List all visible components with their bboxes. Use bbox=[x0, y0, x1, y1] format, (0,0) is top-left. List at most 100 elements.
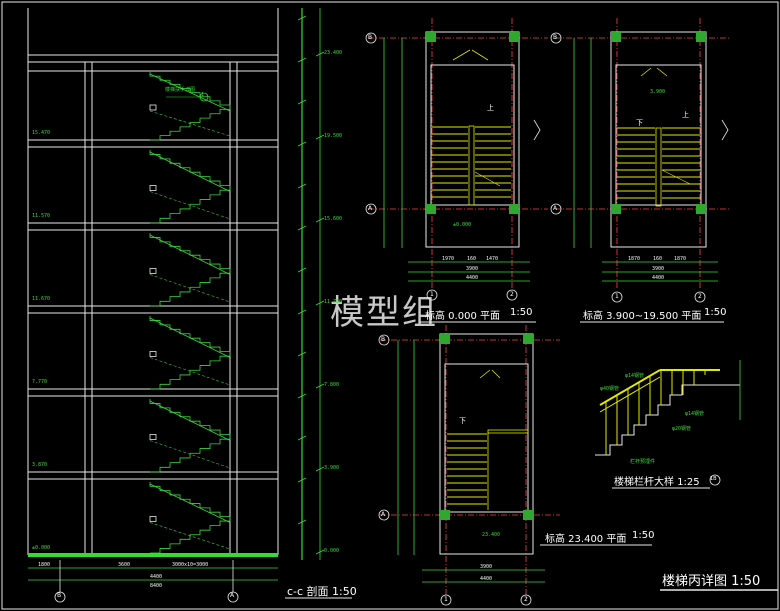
plan-typical-dim-5: 4400 bbox=[652, 275, 665, 281]
stair-slab-lower bbox=[149, 357, 231, 386]
railing-callout-1: φ40钢管 bbox=[600, 386, 620, 392]
floor-slab bbox=[27, 222, 279, 231]
roof-slab bbox=[27, 61, 279, 72]
plan-top-down-label: 下 bbox=[459, 417, 466, 425]
section-dim-2: 3600 bbox=[118, 562, 131, 568]
section-right-elev-6: 3.900 bbox=[324, 465, 340, 471]
plan-top-scale: 1:50 bbox=[632, 530, 655, 541]
stair-flight-upper bbox=[149, 482, 230, 517]
section-left-elev-6: ±0.000 bbox=[32, 545, 51, 551]
column bbox=[426, 32, 436, 42]
plan-top-dim-2: 4400 bbox=[480, 576, 493, 582]
plan-typical-axis-b: B bbox=[553, 34, 558, 41]
plan-top-dim-1: 3900 bbox=[480, 564, 493, 570]
plan-top-axis-1: 1 bbox=[444, 596, 448, 603]
railing-stair-profile bbox=[595, 384, 700, 456]
stair-landing bbox=[149, 268, 157, 274]
plan-ground-dim-4: 3900 bbox=[466, 266, 479, 272]
stair-slab-upper bbox=[149, 483, 231, 523]
door-swing bbox=[452, 49, 471, 61]
plan-ground-axis-1: 1 bbox=[430, 291, 434, 298]
section-right-elev-7: 0.000 bbox=[324, 548, 340, 554]
plan-ground-axis-b: B bbox=[368, 34, 373, 41]
stair-flight-lower bbox=[150, 185, 231, 224]
plan-top-axis-2: 2 bbox=[524, 596, 528, 603]
stair-flight-lower bbox=[150, 516, 231, 554]
section-detail-mark: 1 bbox=[201, 92, 205, 98]
plan-typical-dim-2: 160 bbox=[653, 256, 663, 262]
floor-slabs bbox=[27, 139, 279, 502]
stair-flight-lower bbox=[150, 105, 231, 141]
plan-typical-dim-3: 1870 bbox=[674, 256, 687, 262]
plan-typical-axis-2: 2 bbox=[698, 293, 702, 300]
railing-detail-title: 楼梯栏杆大样 1:25 bbox=[614, 477, 700, 488]
plan-ground-dim-2: 160 bbox=[467, 256, 477, 262]
floor-slab bbox=[27, 305, 279, 314]
plan-typical-up-label: 上 bbox=[682, 111, 689, 119]
section-dim-4: 4400 bbox=[150, 574, 163, 580]
section-left-elev-3: 11.670 bbox=[32, 296, 51, 302]
railing-callout-5: 栏杆预埋件 bbox=[630, 459, 656, 465]
stair-flight-upper bbox=[149, 399, 230, 435]
stair-flight-lower bbox=[150, 351, 231, 390]
plan-typical-dim-4: 3900 bbox=[652, 266, 665, 272]
stair-slab-lower bbox=[149, 191, 231, 220]
stair-landing bbox=[149, 434, 157, 440]
stair-slab-upper bbox=[149, 234, 231, 275]
plan-ground-dim-5: 4400 bbox=[466, 275, 479, 281]
section-right-elev-1: 23.400 bbox=[324, 50, 343, 56]
section-right-elev-5: 7.800 bbox=[324, 382, 340, 388]
plan-top-treads bbox=[447, 433, 487, 505]
plan-typical-axis-1: 1 bbox=[615, 293, 619, 300]
plan-ground-treads bbox=[432, 126, 511, 198]
section-right-elev-2: 19.500 bbox=[324, 133, 343, 139]
section-annotation: 楼梯扶手详图 bbox=[165, 87, 196, 93]
plan-top-guardrail bbox=[487, 429, 529, 434]
floor-slab bbox=[27, 471, 279, 480]
stair-flight-lower bbox=[150, 434, 231, 473]
plan-typical-elevation: 3.900 bbox=[650, 89, 666, 95]
plan-ground-room bbox=[430, 64, 515, 206]
plan-typical-title: 标高 3.900~19.500 平面 bbox=[583, 311, 702, 322]
stair-slab-lower bbox=[149, 440, 231, 469]
ground-line bbox=[28, 553, 278, 557]
floor-slab bbox=[27, 139, 279, 148]
plan-typical-drawing bbox=[533, 18, 730, 323]
plan-ground-scale: 1:50 bbox=[510, 307, 533, 318]
plan-ground-well bbox=[468, 125, 475, 206]
stair-landing bbox=[149, 516, 157, 522]
section-right-elev-4: 11.700 bbox=[324, 299, 343, 305]
stair-slab-upper bbox=[149, 317, 231, 358]
section-dim-5: 8400 bbox=[150, 583, 163, 589]
plan-top-drawing bbox=[378, 325, 652, 606]
plan-ground-drawing bbox=[365, 18, 548, 323]
section-right-elev-3: 15.600 bbox=[324, 216, 343, 222]
stair-flight-lower bbox=[150, 268, 231, 307]
plan-ground-title: 标高 0.000 平面 bbox=[425, 311, 500, 322]
railing-detail-mark-label: 1B bbox=[710, 476, 717, 482]
section-dim-1: 1800 bbox=[38, 562, 51, 568]
stair-landing bbox=[149, 351, 157, 357]
plan-typical-dim-1: 1870 bbox=[628, 256, 641, 262]
stair-flight-upper bbox=[149, 233, 230, 269]
plan-ground-elevation: ±0.000 bbox=[453, 222, 472, 228]
plan-top-title: 标高 23.400 平面 bbox=[545, 534, 627, 545]
watermark: 模型组 bbox=[330, 293, 438, 333]
plan-ground-dim-3: 1470 bbox=[486, 256, 499, 262]
section-title: c-c 剖面 1:50 bbox=[287, 585, 357, 598]
stair-flight-upper bbox=[149, 316, 230, 352]
plan-typical-down-label: 下 bbox=[636, 119, 643, 127]
plan-ground-dim-1: 1970 bbox=[442, 256, 455, 262]
section-axis-a: A bbox=[230, 592, 235, 599]
railing-callout-2: φ14钢管 bbox=[625, 373, 645, 379]
stair-slab-lower bbox=[149, 110, 231, 137]
plan-top-elevation: 23.400 bbox=[482, 532, 501, 538]
floor-slab bbox=[27, 388, 279, 397]
stair-landing bbox=[149, 185, 157, 191]
plan-ground-up-label: 上 bbox=[487, 104, 494, 112]
section-left-elev-5: 3.870 bbox=[32, 462, 48, 468]
railing-callout-3: φ14钢管 bbox=[685, 411, 705, 417]
plan-top-axis-b: B bbox=[381, 336, 386, 343]
stair-slab-upper bbox=[149, 151, 231, 192]
railing-callout-4: φ20钢管 bbox=[672, 426, 692, 432]
